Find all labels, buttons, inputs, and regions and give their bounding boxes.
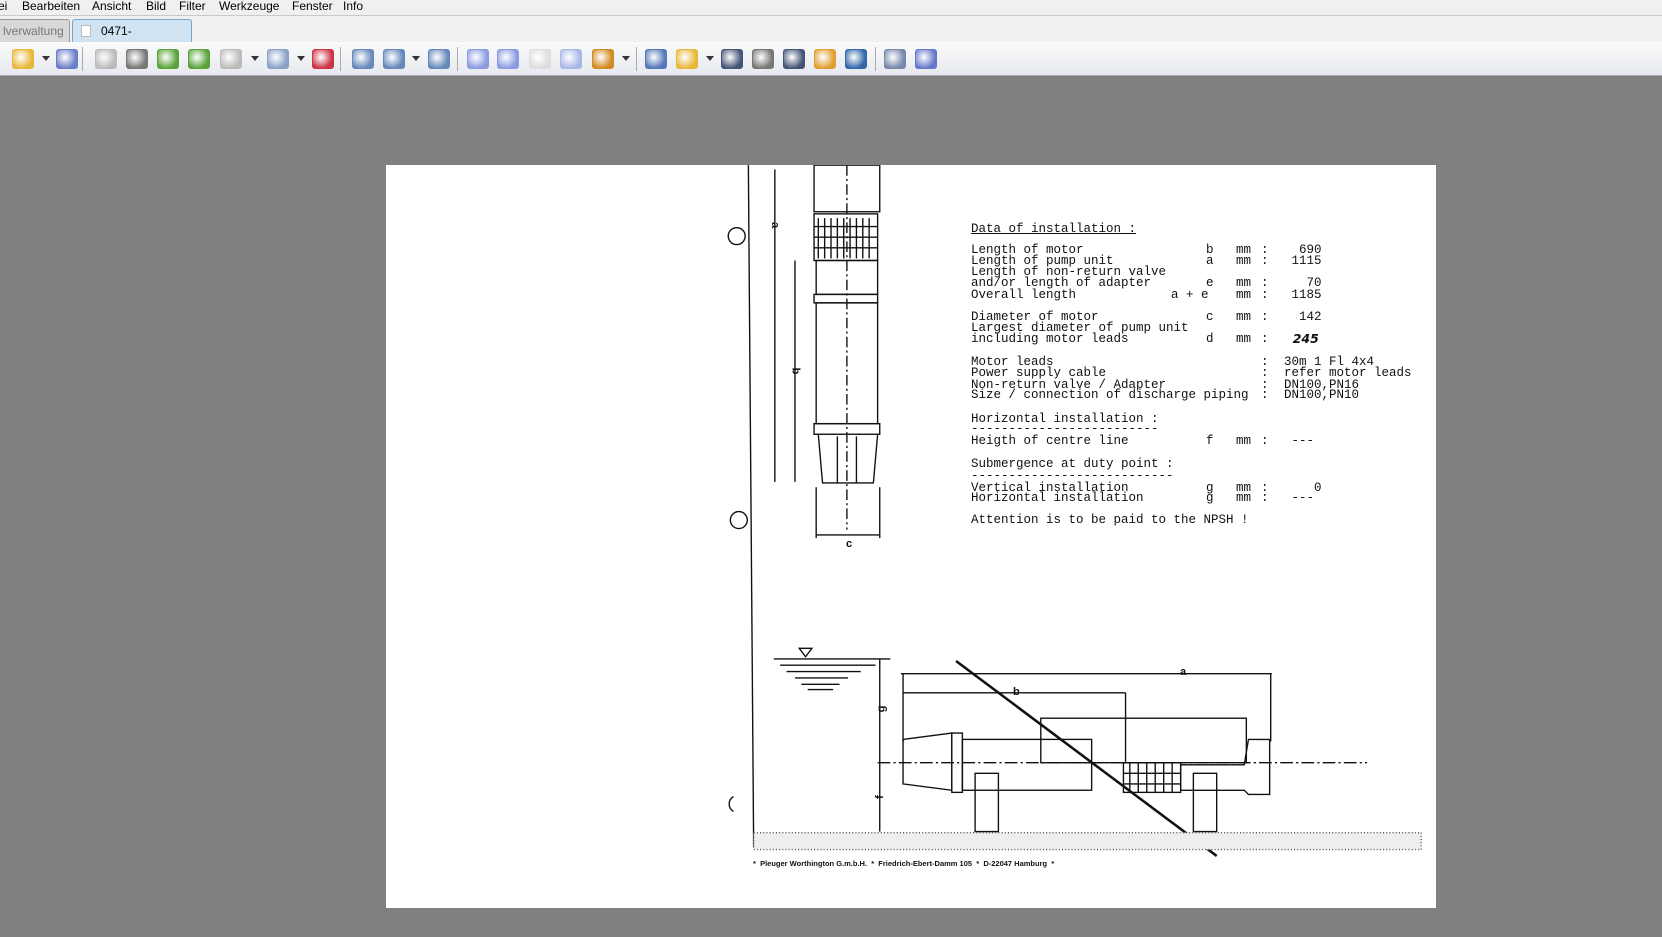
row-sym: f [1206,434,1214,448]
row-value: --- [1284,434,1315,448]
dropdown-arrow-icon[interactable] [297,56,305,61]
row-sym: d [1206,332,1214,346]
row-value: 1185 [1284,288,1322,302]
color-adjust-icon[interactable] [267,49,289,69]
row-label: Horizontal installation [971,491,1144,505]
save-icon[interactable] [56,49,78,69]
row-sym: g [1206,491,1214,505]
data-row: including motor leads d mm: 245 [971,331,1431,346]
menu-bild[interactable]: Bild [146,0,166,12]
menu-bearbeiten[interactable]: Bearbeiten [22,0,80,12]
data-row: Size / connection of discharge piping: DN… [971,388,1431,402]
data-row: Horizontal installation g mm: --- [971,491,1431,505]
toolbar-separator [636,47,637,71]
toolbar-separator [457,47,458,71]
row-label: Attention is to be paid to the NPSH ! [971,513,1249,527]
undo-icon[interactable] [95,49,117,69]
data-row: Attention is to be paid to the NPSH ! [971,513,1431,527]
row-label: including motor leads [971,332,1129,346]
menu-bar: ei Bearbeiten Ansicht Bild Filter Werkzeuge Fe… [0,0,1662,15]
print-icon[interactable] [752,49,774,69]
row-colon: : [1261,332,1269,346]
dim-label-f: f [873,795,886,799]
last-page-icon[interactable] [560,49,582,69]
open-folder-icon[interactable] [12,49,34,69]
batch-convert-icon[interactable] [220,49,242,69]
menu-info[interactable]: Info [343,0,363,12]
row-label: Size / connection of discharge piping [971,388,1249,402]
tab-label: lverwaltung [3,24,64,38]
menu-werkzeuge[interactable]: Werkzeuge [219,0,279,12]
dim-label-b-horizontal: b [1013,686,1020,698]
remove-red-eye-icon[interactable] [312,49,334,69]
menu-filter[interactable]: Filter [179,0,206,12]
dropdown-arrow-icon[interactable] [706,56,714,61]
row-sym: a + e [1171,288,1209,302]
wallpaper-icon[interactable] [814,49,836,69]
toolbar-separator [82,47,83,71]
dim-label-g: g [875,705,888,713]
menu-ansicht[interactable]: Ansicht [92,0,131,12]
row-colon: : [1261,288,1269,302]
slideshow-icon[interactable] [592,49,614,69]
screenshot-icon[interactable] [845,49,867,69]
row-colon: : [1261,491,1269,505]
first-page-icon[interactable] [529,49,551,69]
row-unit: mm [1236,332,1252,346]
row-value: --- [1284,491,1315,505]
row-unit: mm [1236,434,1252,448]
document-page: a b c a b g f Data of installation : Len… [386,165,1436,908]
row-label: Heigth of centre line [971,434,1129,448]
row-label: Overall length [971,288,1077,302]
find-icon[interactable] [721,49,743,69]
tab-pdf-document[interactable]: 0471-10338.pdf [72,19,192,60]
zoom-actual-icon[interactable] [383,49,405,69]
dropdown-arrow-icon[interactable] [412,56,420,61]
settings-gear-icon[interactable] [884,49,906,69]
dim-label-b: b [789,367,802,375]
zoom-out-icon[interactable] [428,49,450,69]
crop-icon[interactable] [126,49,148,69]
row-colon: : [1261,434,1269,448]
dim-label-c: c [846,538,853,550]
tab-bar: lverwaltung 0471-10338.pdf [0,15,1662,60]
row-unit: mm [1236,491,1252,505]
dropdown-arrow-icon[interactable] [251,56,259,61]
page-footer: * Pleuger Worthington G.m.b.H. * Friedri… [753,859,1055,868]
toolbar [0,42,1662,76]
row-value: 245 [1284,331,1319,346]
arrow-left-icon[interactable] [467,49,489,69]
data-title: Data of installation : [971,222,1137,236]
menu-fenster[interactable]: Fenster [292,0,333,12]
info-icon[interactable] [915,49,937,69]
menu-ei[interactable]: ei [0,0,7,12]
document-icon [81,25,91,37]
export-icon[interactable] [676,49,698,69]
dropdown-arrow-icon[interactable] [42,56,50,61]
toolbar-separator [340,47,341,71]
fit-window-icon[interactable] [645,49,667,69]
arrow-right-icon[interactable] [497,49,519,69]
tab-verwaltung[interactable]: lverwaltung [0,19,70,43]
dropdown-arrow-icon[interactable] [622,56,630,61]
row-colon: : [1261,388,1269,402]
toolbar-separator [875,47,876,71]
rotate-left-icon[interactable] [157,49,179,69]
dim-label-a-horizontal: a [1180,666,1187,678]
scan-icon[interactable] [783,49,805,69]
rotate-right-icon[interactable] [188,49,210,69]
row-value: DN100,PN10 [1284,388,1360,402]
zoom-in-icon[interactable] [352,49,374,69]
dim-label-a: a [769,221,782,229]
data-row: Overall length a + e mm: 1185 [971,288,1431,302]
row-unit: mm [1236,288,1252,302]
data-row: Heigth of centre line f mm: --- [971,434,1431,448]
